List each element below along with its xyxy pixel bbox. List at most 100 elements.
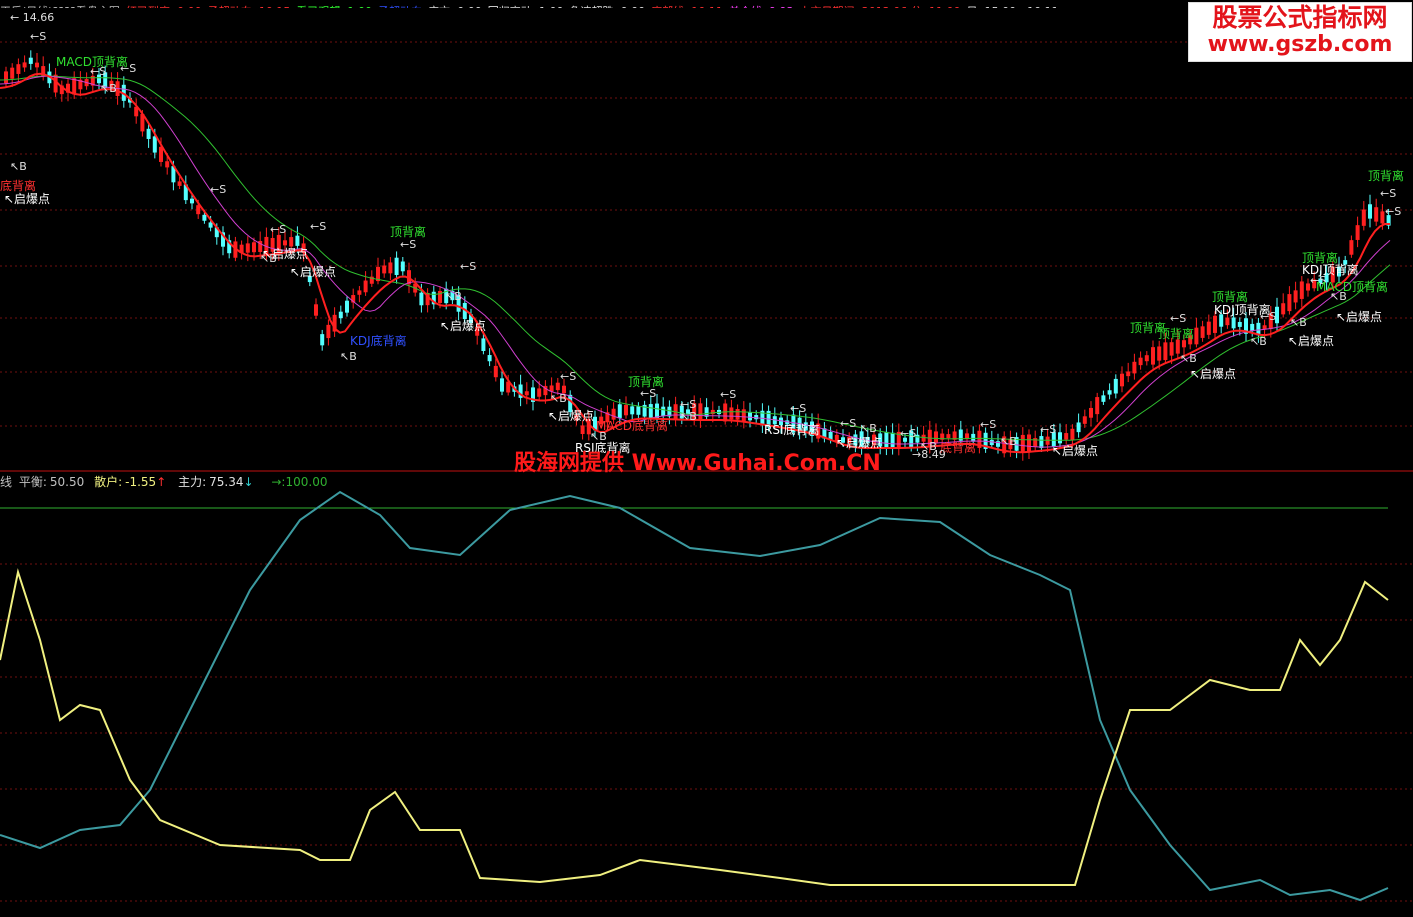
buy-signal-label: ↖B	[550, 392, 567, 405]
candle-body	[28, 57, 33, 64]
candle-body	[326, 324, 331, 339]
header-item: 予超动向	[378, 5, 422, 8]
candle-body	[419, 292, 424, 306]
reference-label: →:	[271, 475, 286, 489]
candle-body	[1076, 422, 1081, 433]
candle-body	[1039, 436, 1044, 449]
candle-body	[345, 300, 349, 313]
candle-body	[252, 242, 256, 253]
candle-body	[190, 198, 194, 204]
divergence-annotation: ↖启爆点	[548, 409, 594, 423]
candle-body	[617, 404, 622, 418]
balance-value: 50.50	[49, 475, 85, 489]
divergence-annotation: KDJ底背离	[350, 333, 407, 348]
sell-signal-label: ←S	[1380, 187, 1396, 200]
candle-body	[723, 403, 728, 422]
candle-body	[165, 161, 170, 168]
candle-body	[624, 404, 628, 416]
candle-body	[146, 128, 151, 139]
sell-signal-label: ←S	[900, 427, 916, 440]
candle-body	[636, 406, 641, 415]
indicator-legend: 线 平衡: 50.50 散户: -1.55↑ 主力: 75.34↓ →:100.00	[0, 473, 330, 489]
candle-body	[698, 403, 703, 421]
candle-body	[1020, 434, 1025, 452]
candle-body	[159, 146, 163, 162]
candle-body	[1287, 294, 1292, 312]
candle-body	[648, 404, 653, 418]
divergence-annotation: KDJ顶背离	[1302, 262, 1359, 277]
header-item: 上市日期间: 2012.06 分: 11.00	[800, 5, 961, 8]
sell-signal-label: ←S	[1040, 423, 1056, 436]
candle-body	[1374, 207, 1379, 222]
divergence-annotation: RSI底背离	[764, 422, 820, 437]
divergence-annotation: ↖启爆点	[1190, 367, 1236, 381]
candle-body	[152, 136, 157, 153]
candle-body	[1237, 321, 1242, 327]
buy-signal-label: ↖B	[1250, 335, 1267, 348]
retail-value: -1.55	[125, 475, 157, 489]
candle-body	[289, 237, 294, 247]
candle-body	[1355, 225, 1360, 240]
header-item: 予超动向: 10.15	[208, 5, 291, 8]
ma-line-short	[0, 72, 1390, 454]
brand-url: www.gszb.com	[1207, 32, 1393, 57]
candle-body	[1231, 317, 1236, 329]
candle-body	[394, 257, 399, 275]
brand-logo: 股票公式指标网 www.gszb.com	[1188, 2, 1412, 62]
candle-body	[890, 432, 895, 448]
candle-body	[1058, 432, 1062, 444]
candle-body	[1361, 209, 1366, 226]
sell-signal-label: ←S	[1170, 312, 1186, 325]
candle-body	[1070, 428, 1075, 441]
sell-signal-label: ←S	[980, 418, 996, 431]
candle-body	[1126, 371, 1131, 377]
arrow-up-icon: ↑	[156, 475, 167, 489]
header-item: 底部线: 10.11	[651, 5, 723, 8]
candle-body	[481, 338, 486, 351]
divergence-annotation: ↖启爆点	[440, 319, 486, 333]
candle-body	[1101, 395, 1106, 402]
candle-body	[35, 62, 39, 68]
header-item: 回归高动: 1.00	[488, 5, 564, 8]
divergence-annotation: 顶背离	[1158, 326, 1194, 341]
candle-body	[1293, 290, 1298, 303]
candle-body	[1027, 434, 1031, 452]
candle-body	[1089, 407, 1093, 418]
sell-signal-label: ←S	[790, 402, 806, 415]
candle-body	[1157, 346, 1162, 361]
sell-signal-label: ←S	[400, 238, 416, 251]
candle-body	[1163, 342, 1168, 361]
candle-body	[1299, 281, 1304, 299]
candle-body	[320, 334, 325, 346]
sell-signal-label: ←S	[460, 260, 476, 273]
buy-signal-label: ↖B	[100, 82, 117, 95]
header-item: 庄文: 0.00	[428, 5, 482, 8]
indicator-grid	[0, 563, 1413, 902]
candle-body	[1194, 327, 1199, 345]
buy-signal-label: ↖B	[10, 160, 27, 173]
candle-body	[1206, 321, 1211, 335]
candle-body	[1095, 397, 1100, 415]
candle-body	[1113, 378, 1118, 394]
candle-body	[1107, 390, 1112, 395]
candle-body	[10, 67, 15, 79]
divergence-annotation: ↖启爆点	[262, 247, 308, 261]
buy-signal-label: ↖B	[340, 350, 357, 363]
candle-body	[1281, 303, 1286, 315]
candle-body	[16, 64, 21, 74]
candle-body	[382, 265, 387, 274]
candle-body	[1200, 326, 1205, 338]
buy-sell-signals: ←S←S ←S←S←S ←S←S←S←S←S←S←S←S←S←S←S ←S←S ←S←S…	[10, 30, 1401, 453]
candle-body	[555, 382, 560, 391]
candle-body	[245, 243, 250, 253]
candle-body	[748, 412, 752, 421]
divergence-annotation: 顶背离	[628, 374, 664, 389]
candle-body	[946, 434, 951, 439]
candle-body	[1213, 315, 1217, 333]
candle-body	[735, 409, 740, 420]
candle-body	[884, 431, 889, 449]
site-watermark: 股海网提供 Www.Guhai.Com.CN	[514, 451, 881, 476]
divergence-annotation: 顶背离	[1212, 289, 1248, 304]
sell-signal-label: ←S	[560, 370, 576, 383]
divergence-annotation: KDJ顶背离	[1214, 302, 1271, 317]
